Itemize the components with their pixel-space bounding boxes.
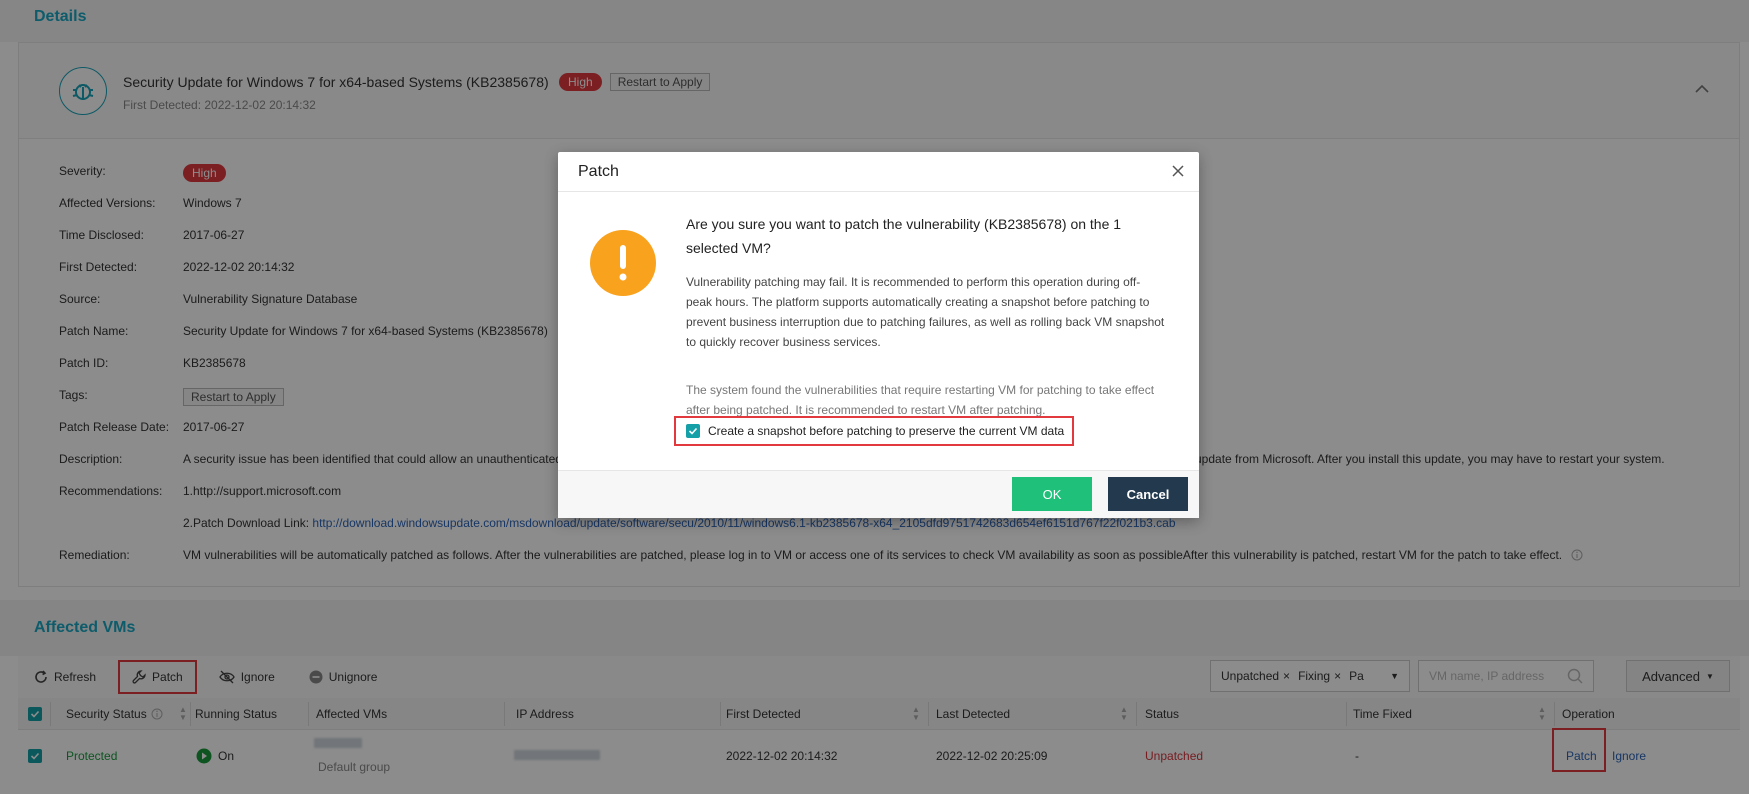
patch-dialog: Patch Are you sure you want to patch the… (558, 152, 1199, 518)
snapshot-option[interactable]: Create a snapshot before patching to pre… (674, 416, 1074, 446)
cancel-button[interactable]: Cancel (1108, 477, 1188, 511)
snapshot-checkbox[interactable] (686, 424, 700, 438)
dialog-description: Vulnerability patching may fail. It is r… (686, 275, 1165, 349)
dialog-title: Patch (578, 163, 619, 180)
close-icon[interactable] (1171, 164, 1185, 181)
dialog-footer: OK Cancel (558, 470, 1199, 518)
dialog-restart-note: The system found the vulnerabilities tha… (686, 383, 1155, 417)
dialog-question: Are you sure you want to patch the vulne… (686, 216, 1122, 256)
ok-button[interactable]: OK (1012, 477, 1092, 511)
warning-icon (590, 230, 656, 296)
snapshot-label: Create a snapshot before patching to pre… (708, 424, 1065, 438)
dialog-header: Patch (558, 152, 1199, 192)
